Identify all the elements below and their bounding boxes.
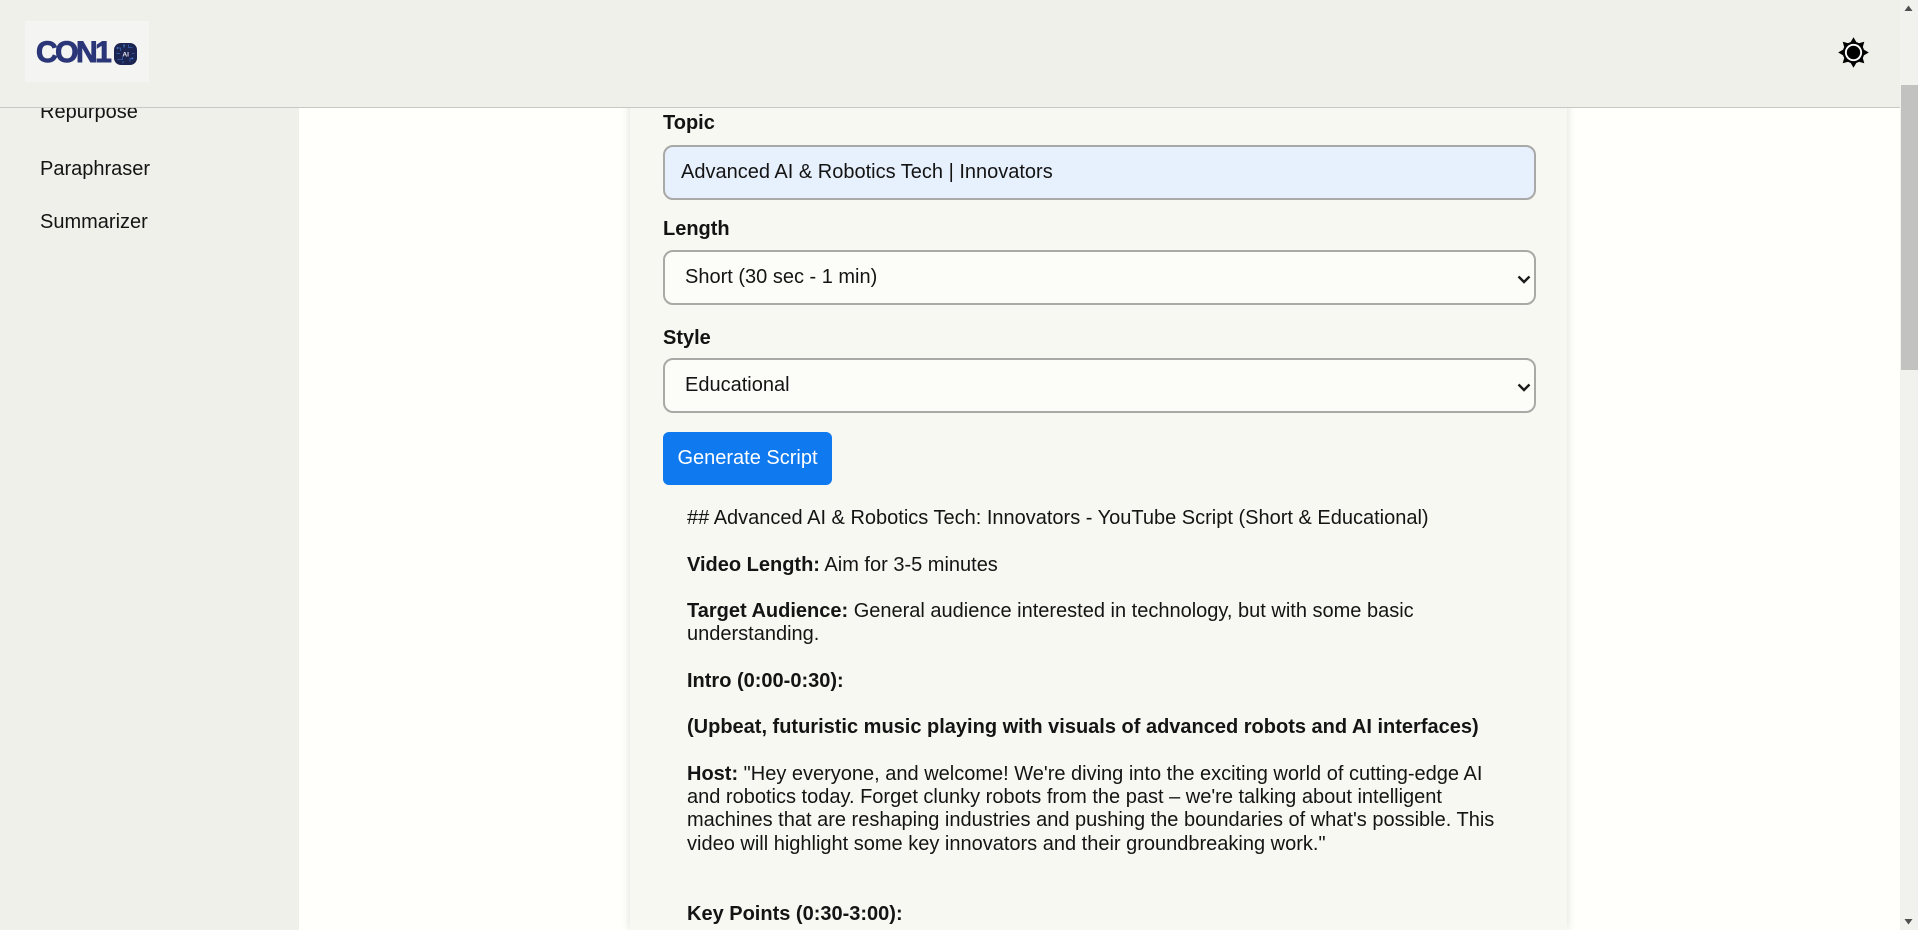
svg-text:AI: AI [122,52,129,59]
